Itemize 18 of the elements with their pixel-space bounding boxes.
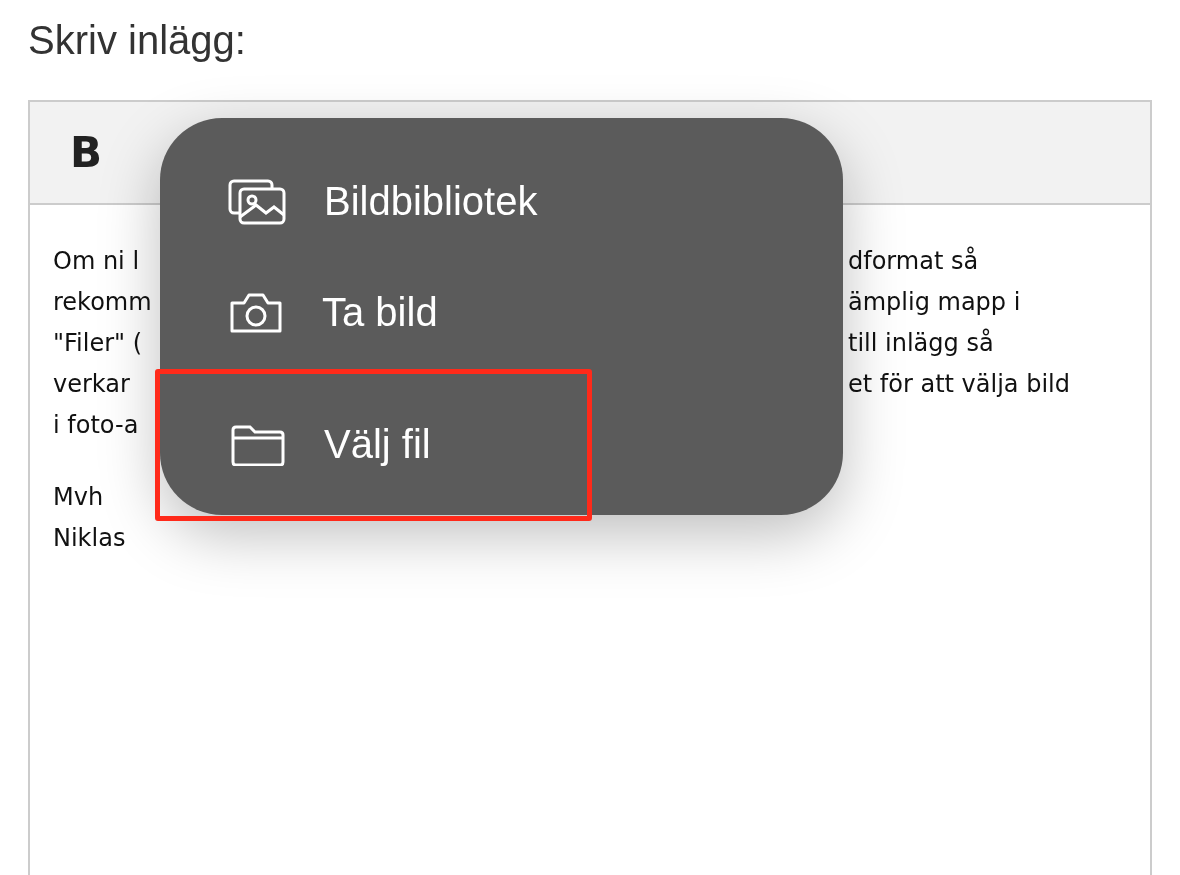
menu-item[interactable]: Ta bild [160, 257, 843, 368]
body-text-fragment: Om ni l [53, 246, 140, 277]
body-text-fragment: ämplig mapp i [848, 287, 1021, 318]
body-text-fragment: dformat så [848, 245, 979, 277]
body-text-fragment: verkar [53, 369, 130, 400]
menu-item[interactable]: Bildbibliotek [160, 146, 843, 257]
signature-text: Niklas [53, 523, 126, 554]
signature-text: Mvh [53, 482, 104, 513]
body-text-fragment: et för att välja bild [848, 369, 1070, 400]
body-text-fragment: till inlägg så [848, 327, 994, 359]
folder-icon [230, 423, 286, 466]
body-text-fragment: i foto-a [53, 410, 139, 441]
bold-button[interactable]: B [66, 128, 106, 177]
page-heading: Skriv inlägg: [28, 18, 246, 63]
photo-library-icon [228, 178, 286, 225]
menu-item[interactable]: Välj fil [155, 368, 592, 521]
body-text-fragment: rekomm [53, 287, 152, 318]
body-text-fragment: "Filer" ( [53, 328, 143, 359]
